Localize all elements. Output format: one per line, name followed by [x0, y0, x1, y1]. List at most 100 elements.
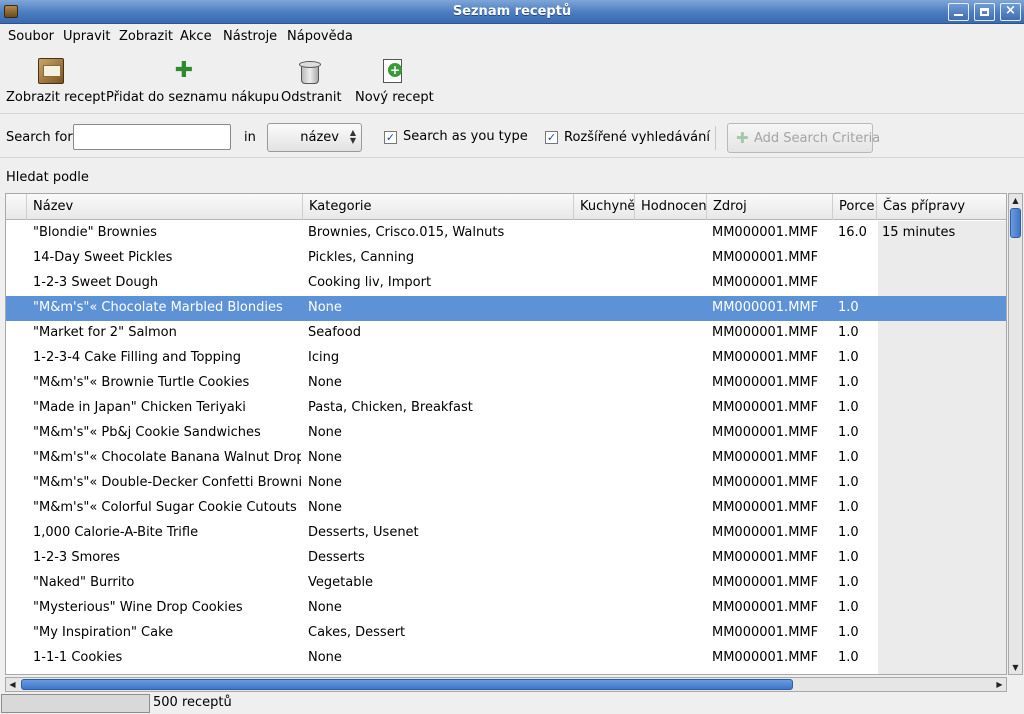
cell-source: MM000001.MMF	[712, 225, 819, 240]
cell-servings: 1.0	[838, 300, 859, 315]
new-recipe-button[interactable]: Nový recept	[355, 58, 434, 105]
search-input[interactable]	[73, 124, 231, 150]
delete-button[interactable]: Odstranit	[281, 58, 342, 105]
cell-source: MM000001.MMF	[712, 500, 819, 515]
table-row[interactable]: "M&m's"« Colorful Sugar Cookie Cutouts No…	[6, 496, 1006, 521]
cell-source: MM000001.MMF	[712, 550, 819, 565]
cell-name: "M&m's"« Colorful Sugar Cookie Cutouts	[33, 500, 297, 515]
search-as-you-type-checkbox[interactable]: ✓	[384, 131, 397, 144]
table-row[interactable]: "Made in Japan" Chicken Teriyaki Pasta, C…	[6, 396, 1006, 421]
cell-source: MM000001.MMF	[712, 400, 819, 415]
view-recipe-label: Zobrazit recept	[6, 90, 106, 105]
scroll-right-icon[interactable]: ▶	[993, 678, 1006, 691]
cell-name: 1-2-3 Smores	[33, 550, 121, 565]
window-title: Seznam receptů	[452, 4, 572, 19]
cell-name: "M&m's"« Chocolate Banana Walnut Drops	[33, 450, 301, 465]
add-search-criteria-button[interactable]: ✚ Add Search Criteria	[727, 123, 880, 153]
cell-category: Brownies, Crisco.015, Walnuts	[308, 225, 505, 240]
table-row[interactable]: "M&m's"« Pb&j Cookie Sandwiches None MM000…	[6, 421, 1006, 446]
table-row[interactable]: "Mysterious" Wine Drop Cookies None MM0000…	[6, 596, 1006, 621]
table-row[interactable]: "Market for 2" Salmon Seafood MM000001.MMF…	[6, 321, 1006, 346]
cell-name: "Naked" Burrito	[33, 575, 135, 590]
cell-source: MM000001.MMF	[712, 650, 819, 665]
cell-prep-time: 15 minutes	[882, 225, 956, 240]
close-icon: ×	[1005, 3, 1016, 18]
view-recipe-button[interactable]: Zobrazit recept	[6, 58, 106, 105]
menu-soubor[interactable]: Soubor	[8, 29, 54, 44]
menu-upravit[interactable]: Upravit	[63, 29, 110, 44]
menu-napoveda[interactable]: Nápověda	[287, 29, 353, 44]
table-row[interactable]: 1-2-3 Smores Desserts MM000001.MMF 1.0	[6, 546, 1006, 571]
cell-category: Desserts	[308, 550, 365, 565]
cell-name: "Market for 2" Salmon	[33, 325, 177, 340]
horizontal-scroll-thumb[interactable]	[21, 679, 793, 690]
column-header-prep-time[interactable]: Čas přípravy	[876, 194, 1006, 220]
cell-name: "Blondie" Brownies	[33, 225, 157, 240]
table-row[interactable]: "M&m's"« Double-Decker Confetti Brownies…	[6, 471, 1006, 496]
advanced-search-label[interactable]: Rozšířené vyhledávání	[564, 130, 710, 145]
column-header-category[interactable]: Kategorie	[302, 194, 573, 220]
search-by-expander[interactable]: Hledat podle	[6, 170, 89, 185]
table-row[interactable]: 1-2-3 Sweet Dough Cooking liv, Import MM00…	[6, 271, 1006, 296]
new-recipe-label: Nový recept	[355, 90, 434, 105]
scroll-left-icon[interactable]: ◀	[6, 678, 19, 691]
cell-source: MM000001.MMF	[712, 425, 819, 440]
cell-source: MM000001.MMF	[712, 350, 819, 365]
table-row[interactable]: "My Inspiration" Cake Cakes, Dessert MM000…	[6, 621, 1006, 646]
table-row[interactable]: "M&m's"« Brownie Turtle Cookies None MM000…	[6, 371, 1006, 396]
table-row[interactable]: 1,000 Calorie-A-Bite Trifle Desserts, Use…	[6, 521, 1006, 546]
cell-category: None	[308, 450, 342, 465]
table-row[interactable]: 1-2-3-4 Cake Filling and Topping Icing MM0…	[6, 346, 1006, 371]
title-bar: Seznam receptů ×	[0, 0, 1024, 24]
search-in-label: in	[244, 130, 256, 145]
table-row[interactable]: "M&m's"« Chocolate Marbled Blondies None M…	[6, 296, 1006, 321]
cell-source: MM000001.MMF	[712, 625, 819, 640]
scroll-down-icon[interactable]: ▼	[1009, 661, 1022, 674]
cell-source: MM000001.MMF	[712, 600, 819, 615]
advanced-search-checkbox[interactable]: ✓	[545, 131, 558, 144]
cell-name: "M&m's"« Double-Decker Confetti Brownies	[33, 475, 301, 490]
cell-servings: 1.0	[838, 600, 859, 615]
search-as-you-type-label[interactable]: Search as you type	[403, 129, 528, 144]
cell-servings: 1.0	[838, 450, 859, 465]
minimize-button[interactable]	[948, 3, 969, 21]
search-field-combo[interactable]: název ▲ ▼	[267, 123, 362, 152]
column-header-source[interactable]: Zdroj	[706, 194, 832, 220]
vertical-scroll-thumb[interactable]	[1010, 208, 1021, 238]
cell-servings: 1.0	[838, 375, 859, 390]
add-search-criteria-label: Add Search Criteria	[754, 131, 881, 146]
cell-source: MM000001.MMF	[712, 300, 819, 315]
cell-servings: 1.0	[838, 525, 859, 540]
menu-akce[interactable]: Akce	[180, 29, 212, 44]
table-row[interactable]: "M&m's"« Chocolate Banana Walnut Drops No…	[6, 446, 1006, 471]
cell-category: Seafood	[308, 325, 361, 340]
search-for-label: Search for	[6, 130, 73, 145]
cell-category: None	[308, 425, 342, 440]
maximize-button[interactable]	[974, 3, 995, 21]
close-button[interactable]: ×	[1000, 3, 1021, 21]
cell-servings: 1.0	[838, 400, 859, 415]
column-header-servings[interactable]: Porce	[832, 194, 876, 220]
column-header-cuisine[interactable]: Kuchyně	[573, 194, 634, 220]
add-to-shopping-list-label: Přidat do seznamu nákupu	[106, 90, 280, 105]
add-to-shopping-list-button[interactable]: ✚ Přidat do seznamu nákupu	[106, 58, 280, 105]
column-header-rating[interactable]: Hodnocení	[634, 194, 706, 220]
cell-name: 14-Day Sweet Pickles	[33, 250, 173, 265]
table-row[interactable]: 1-1-1 Cookies None MM000001.MMF 1.0	[6, 646, 1006, 671]
toolbar-separator	[715, 126, 716, 150]
menu-zobrazit[interactable]: Zobrazit	[119, 29, 173, 44]
search-bar: Search for in název ▲ ▼ ✓ Search as you t…	[0, 118, 1024, 158]
cell-source: MM000001.MMF	[712, 475, 819, 490]
search-field-value: název	[300, 130, 339, 145]
cell-name: "My Inspiration" Cake	[33, 625, 174, 640]
horizontal-scrollbar[interactable]: ◀ ▶	[5, 677, 1007, 692]
table-row[interactable]: "Blondie" Brownies Brownies, Crisco.015, …	[6, 221, 1006, 246]
table-row[interactable]: 14-Day Sweet Pickles Pickles, Canning MM00…	[6, 246, 1006, 271]
column-header-name[interactable]: Název	[26, 194, 302, 220]
cell-servings: 1.0	[838, 325, 859, 340]
table-row[interactable]: "Naked" Burrito Vegetable MM000001.MMF 1.0	[6, 571, 1006, 596]
menu-nastroje[interactable]: Nástroje	[223, 29, 277, 44]
vertical-scrollbar[interactable]: ▲ ▼	[1008, 193, 1023, 675]
scroll-up-icon[interactable]: ▲	[1009, 194, 1022, 207]
cell-name: 1-2-3 Sweet Dough	[33, 275, 159, 290]
